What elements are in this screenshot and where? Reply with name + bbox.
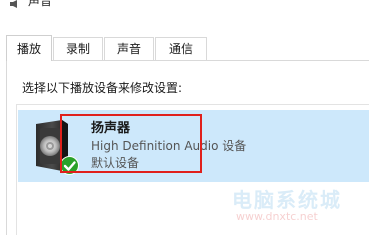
watermark-logo-text: 电脑系统城	[232, 188, 342, 212]
tab-strip: 播放 录制 声音 通信	[6, 35, 369, 61]
title-bar: 声音	[0, 0, 369, 26]
window-title: 声音	[28, 0, 53, 8]
panel-instruction: 选择以下播放设备来修改设置:	[22, 81, 183, 95]
tab-communications[interactable]: 通信	[155, 37, 207, 60]
speaker-small-icon	[10, 0, 17, 8]
tab-recording[interactable]: 录制	[53, 37, 103, 60]
annotation-highlight-box	[60, 114, 202, 173]
watermark-url: www.dnxtc.net	[236, 210, 318, 223]
tab-sounds[interactable]: 声音	[104, 37, 154, 60]
tab-playback[interactable]: 播放	[6, 35, 52, 61]
